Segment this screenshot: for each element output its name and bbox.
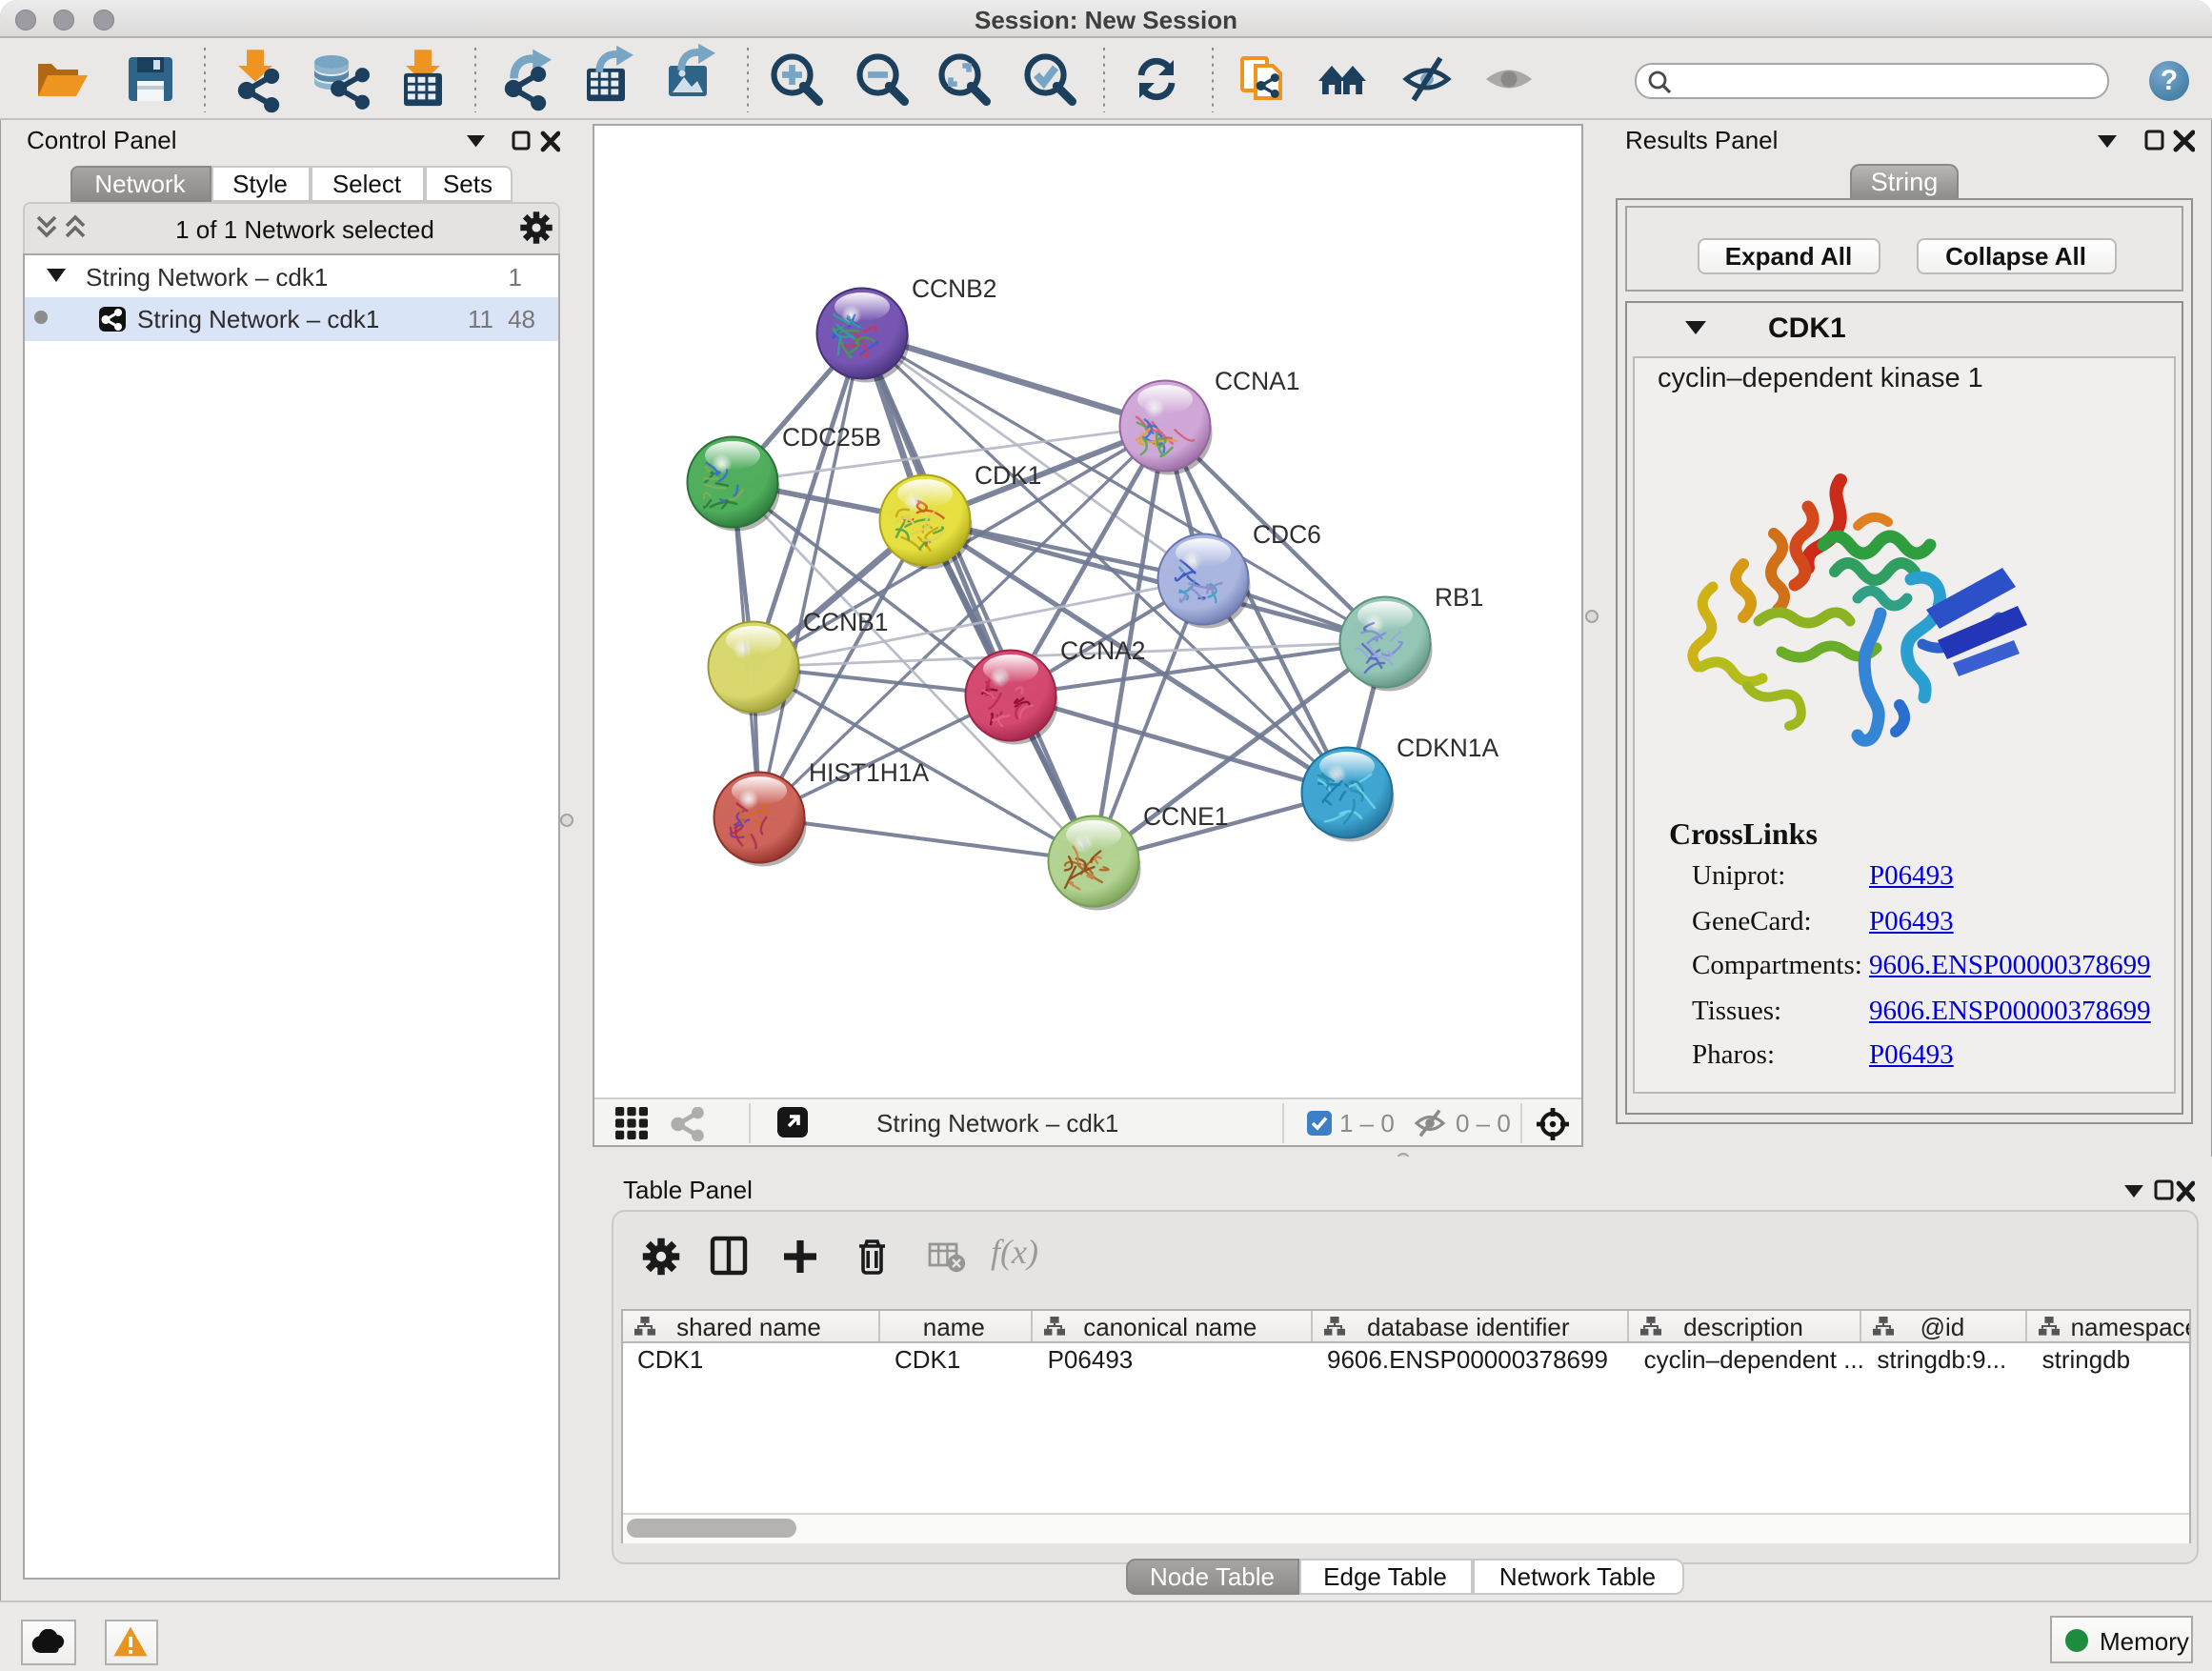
svg-text:CCNA2: CCNA2 [1060,636,1145,665]
svg-text:CCNB1: CCNB1 [803,608,888,636]
svg-text:CDK1: CDK1 [975,461,1041,490]
svg-text:CCNE1: CCNE1 [1143,802,1228,831]
svg-text:HIST1H1A: HIST1H1A [809,758,930,787]
svg-text:CCNA1: CCNA1 [1215,367,1299,395]
svg-text:CDC25B: CDC25B [782,423,881,452]
svg-text:CDKN1A: CDKN1A [1397,734,1498,762]
svg-text:CCNB2: CCNB2 [912,274,996,303]
svg-text:RB1: RB1 [1435,583,1483,612]
svg-text:CDC6: CDC6 [1253,520,1321,549]
